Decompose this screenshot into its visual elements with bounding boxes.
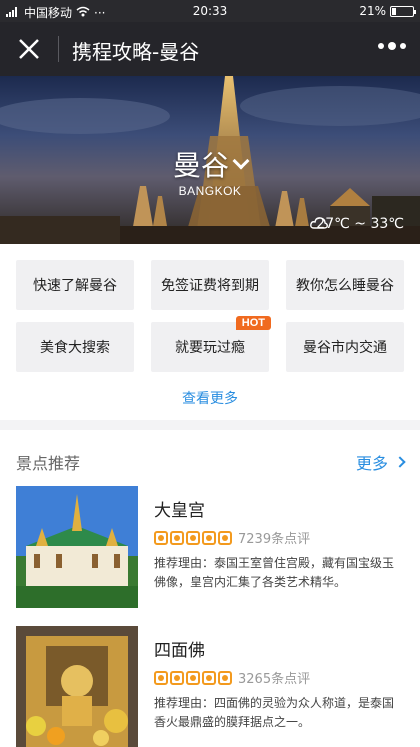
star-icon [218,530,232,545]
status-bar: 中国移动 ··· 20:33 21% [0,0,420,22]
quick-link-button[interactable]: 美食大搜索 [16,322,134,372]
status-time: 20:33 [192,4,228,18]
chevron-right-icon [394,456,406,468]
quick-link-label: 曼谷市内交通 [303,340,387,356]
quick-link-button[interactable]: 曼谷市内交通 [286,322,404,372]
quick-link-label: 教你怎么睡曼谷 [296,278,394,294]
city-name: 曼谷 [172,149,229,182]
recommend-reason: 推荐理由：四面佛的灵验为众人称道，是泰国香火最鼎盛的膜拜据点之一。 [154,696,395,729]
hot-badge: HOT [235,316,271,330]
star-icon [202,670,216,685]
erawan-shrine-image [16,626,138,747]
star-icon [186,670,200,685]
more-label: 更多 [355,454,388,473]
dot [378,43,384,49]
review-count: 3265条点评 [238,672,311,687]
temperature-range: 27℃ ~ 33℃ [316,216,404,232]
nav-bar: 携程攻略-曼谷 [0,22,420,76]
hero-banner: 曼谷 BANGKOK 27℃ ~ 33℃ [0,76,420,244]
recommend-reason: 推荐理由：泰国王室曾住宫殿，藏有国宝级玉佛像，皇宫内汇集了各类艺术精华。 [154,556,395,589]
star-icon [170,670,184,685]
dot [400,43,406,49]
attractions-section: 景点推荐 更多 大皇宫 7239条点评 推荐理由：泰国王室曾住宫殿，藏有国宝级玉… [0,430,420,747]
chevron-down-icon [232,152,250,170]
quick-link-button[interactable]: 就要玩过瘾 HOT [151,316,271,372]
grand-palace-image [16,486,138,608]
city-selector[interactable]: 曼谷 [0,144,420,184]
battery-icon [390,5,416,17]
nav-divider [58,36,59,62]
page-title: 携程攻略-曼谷 [72,40,200,64]
star-icon [170,530,184,545]
star-icon [202,530,216,545]
battery-fill [392,7,397,15]
more-menu-icon[interactable] [378,42,406,50]
close-icon[interactable] [14,34,44,64]
star-icon [154,530,168,545]
weather-info: 27℃ ~ 33℃ [310,216,404,232]
quick-link-button[interactable]: 教你怎么睡曼谷 [286,260,404,310]
see-more-link[interactable]: 查看更多 [0,388,420,408]
attraction-card[interactable]: 四面佛 3265条点评 推荐理由：四面佛的灵验为众人称道，是泰国香火最鼎盛的膜拜… [16,626,404,747]
more-attractions-link[interactable]: 更多 [355,450,406,474]
quick-links-panel: 快速了解曼谷 免签证费将到期 教你怎么睡曼谷 美食大搜索 就要玩过瘾 HOT 曼谷… [0,244,420,420]
rating-row: 3265条点评 [154,668,310,687]
review-count: 7239条点评 [238,532,311,547]
quick-link-label: 快速了解曼谷 [33,278,117,294]
city-english-name: BANGKOK [178,184,242,198]
rating-row: 7239条点评 [154,528,310,547]
section-title: 景点推荐 [16,454,81,473]
attraction-name: 大皇宫 [154,501,205,521]
attraction-name: 四面佛 [154,641,205,661]
star-icon [154,670,168,685]
star-icon [186,530,200,545]
quick-link-button[interactable]: 快速了解曼谷 [16,260,134,310]
star-icon [218,670,232,685]
quick-link-label: 就要玩过瘾 [175,340,245,356]
quick-link-button[interactable]: 免签证费将到期 [151,260,269,310]
battery-percent: 21% [359,4,386,18]
attraction-card[interactable]: 大皇宫 7239条点评 推荐理由：泰国王室曾住宫殿，藏有国宝级玉佛像，皇宫内汇集… [16,486,404,610]
quick-link-label: 美食大搜索 [40,340,110,356]
quick-link-label: 免签证费将到期 [161,278,259,294]
dot [388,42,396,50]
